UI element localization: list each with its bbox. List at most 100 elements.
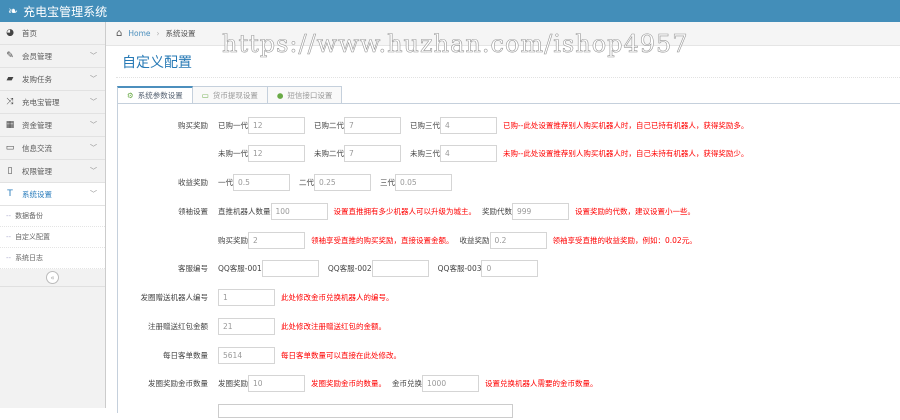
sidebar-item-label: 充电宝管理 bbox=[22, 97, 60, 107]
text-icon: T bbox=[7, 189, 13, 199]
user-icon: ● bbox=[276, 90, 284, 100]
income-gen1-input[interactable]: 0.5 bbox=[233, 173, 290, 191]
row-service: 客服编号 QQ客服-001 QQ客服-002 QQ客服-003 0 bbox=[118, 259, 539, 277]
field-label: 领袖设置 bbox=[178, 206, 208, 216]
sidebar-subitem-custom-config[interactable]: -- 自定义配置 bbox=[0, 227, 105, 248]
dash-icon: -- bbox=[6, 233, 12, 241]
field-label: 每日客单数量 bbox=[163, 350, 208, 360]
qq-service-3-input[interactable]: 0 bbox=[481, 259, 539, 277]
row-unbought-reward: 未购一代 12 未购二代 7 未购三代 4 未购--此处设置推荐别人购买机器人时，自己… bbox=[118, 144, 754, 162]
hint-text: 每日客单数量可以直接在此处修改。 bbox=[281, 350, 401, 360]
chevron-down-icon: ﹀ bbox=[90, 144, 97, 152]
chevron-down-icon: ﹀ bbox=[90, 98, 97, 106]
input-prefix: QQ客服-001 bbox=[218, 263, 262, 273]
subitem-label: 系统日志 bbox=[15, 254, 44, 262]
book-icon: ▰ bbox=[6, 74, 14, 84]
sidebar-collapse: « bbox=[0, 269, 105, 287]
unbought-gen2-input[interactable]: 7 bbox=[344, 144, 401, 162]
gears-icon: ⚙ bbox=[127, 91, 134, 100]
income-gen2-input[interactable]: 0.25 bbox=[314, 173, 371, 191]
dash-icon: -- bbox=[6, 254, 12, 262]
leader-robots-input[interactable]: 100 bbox=[270, 202, 328, 220]
chevron-down-icon: ﹀ bbox=[90, 52, 97, 60]
file-icon: ▯ bbox=[7, 166, 13, 176]
form-panel: 购买奖励 已购一代 12 已购二代 7 已购三代 4 已购--此处设置推荐别人购买机器… bbox=[117, 103, 900, 418]
chevron-right-icon: › bbox=[156, 29, 160, 38]
bought-gen3-input[interactable]: 4 bbox=[440, 116, 497, 134]
income-gen3-input[interactable]: 0.05 bbox=[395, 173, 452, 191]
unbought-gen3-input[interactable]: 4 bbox=[440, 144, 497, 162]
leaf-logo-icon: ❧ bbox=[8, 4, 19, 18]
input-prefix: 发圈奖励 bbox=[218, 378, 248, 388]
tab-withdraw[interactable]: ▭ 货币提现设置 bbox=[192, 86, 268, 104]
coin-exchange-input[interactable]: 1000 bbox=[422, 374, 479, 392]
app-title: 充电宝管理系统 bbox=[23, 4, 108, 19]
tab-label: 短信接口设置 bbox=[287, 90, 333, 100]
breadcrumb-home[interactable]: Home bbox=[128, 29, 150, 38]
hint-text: 发圈奖励金币的数量。 bbox=[311, 378, 386, 388]
field-label: 发圈赠送机器人编号 bbox=[140, 292, 209, 302]
sidebar-item-tasks[interactable]: ▰ 发购任务 ﹀ bbox=[0, 68, 105, 91]
unbought-gen1-input[interactable]: 12 bbox=[248, 144, 305, 162]
leader-generations-input[interactable]: 999 bbox=[512, 202, 569, 220]
sidebar-item-settings[interactable]: T 系统设置 ﹀ bbox=[0, 183, 105, 206]
input-prefix: 一代 bbox=[218, 177, 233, 187]
qq-service-1-input[interactable] bbox=[261, 259, 319, 277]
input-prefix: 购买奖励 bbox=[218, 235, 248, 245]
row-truncated bbox=[118, 402, 513, 420]
bought-gen2-input[interactable]: 7 bbox=[344, 116, 401, 134]
chevron-down-icon: ﹀ bbox=[90, 167, 97, 175]
input-prefix: 未购二代 bbox=[314, 148, 344, 158]
watermark: https://www.huzhan.com/ishop4957 bbox=[222, 30, 689, 59]
sidebar-item-messages[interactable]: ▭ 信息交流 ﹀ bbox=[0, 137, 105, 160]
hint-text: 领袖享受直推的购买奖励，直接设置金额。 bbox=[311, 235, 454, 245]
row-register-bonus: 注册赠送红包金额 21 此处修改注册赠送红包的金额。 bbox=[118, 317, 392, 335]
input-prefix: 二代 bbox=[299, 177, 314, 187]
subitem-label: 自定义配置 bbox=[15, 233, 51, 241]
coin-reward-input[interactable]: 10 bbox=[248, 374, 305, 392]
tab-system-params[interactable]: ⚙ 系统参数设置 bbox=[117, 86, 193, 104]
input-prefix: 已购二代 bbox=[314, 120, 344, 130]
hint-text: 领袖享受直推的收益奖励，例如：0.02元。 bbox=[552, 235, 697, 245]
dashboard-icon: ◕ bbox=[6, 28, 14, 38]
leader-income-reward-input[interactable]: 0.2 bbox=[489, 231, 547, 249]
daily-orders-input[interactable]: 5614 bbox=[218, 346, 275, 364]
bought-gen1-input[interactable]: 12 bbox=[248, 116, 305, 134]
sidebar-item-powerbank[interactable]: ⤨ 充电宝管理 ﹀ bbox=[0, 91, 105, 114]
field-label: 收益奖励 bbox=[178, 177, 208, 187]
hint-text: 设置直推拥有多少机器人可以升级为城主。 bbox=[333, 206, 477, 216]
sidebar-item-members[interactable]: ✎ 会员管理 ﹀ bbox=[0, 45, 105, 68]
register-bonus-input[interactable]: 21 bbox=[218, 317, 275, 335]
sidebar-item-label: 发购任务 bbox=[22, 74, 52, 84]
tab-sms[interactable]: ● 短信接口设置 bbox=[267, 86, 343, 104]
hint-text: 设置奖励的代数，建议设置小一些。 bbox=[575, 206, 695, 216]
tab-label: 系统参数设置 bbox=[137, 91, 183, 100]
chevron-down-icon: ﹀ bbox=[90, 190, 97, 198]
tab-label: 货币提现设置 bbox=[212, 90, 258, 100]
input-prefix: 直推机器人数量 bbox=[218, 206, 271, 216]
sidebar-item-permissions[interactable]: ▯ 权限管理 ﹀ bbox=[0, 160, 105, 183]
edit-icon: ✎ bbox=[6, 51, 14, 61]
sidebar-item-label: 系统设置 bbox=[22, 189, 52, 199]
textarea-input[interactable] bbox=[218, 404, 513, 418]
sidebar: ◕ 首页 ✎ 会员管理 ﹀ ▰ 发购任务 ﹀ ⤨ 充电宝管理 ﹀ ▦ 资金管理 ﹀ ▭ 信息交流 ﹀ … bbox=[0, 22, 106, 408]
sidebar-item-home[interactable]: ◕ 首页 bbox=[0, 22, 105, 45]
credit-card-icon: ▭ bbox=[201, 90, 209, 100]
subitem-label: 数据备份 bbox=[15, 212, 44, 220]
row-buy-reward: 购买奖励 已购一代 12 已购二代 7 已购三代 4 已购--此处设置推荐别人购买机器… bbox=[118, 116, 754, 134]
gift-robot-input[interactable]: 1 bbox=[218, 288, 275, 306]
sidebar-subitem-logs[interactable]: -- 系统日志 bbox=[0, 248, 105, 269]
leader-buy-reward-input[interactable]: 2 bbox=[248, 231, 305, 249]
double-chevron-left-icon[interactable]: « bbox=[46, 271, 59, 284]
hint-text: 此处修改注册赠送红包的金额。 bbox=[281, 321, 386, 331]
tab-bar: ⚙ 系统参数设置 ▭ 货币提现设置 ● 短信接口设置 bbox=[117, 86, 343, 104]
qq-service-2-input[interactable] bbox=[371, 259, 429, 277]
hint-text: 未购--此处设置推荐别人购买机器人时，自己未持有机器人，获得奖励少。 bbox=[503, 148, 749, 158]
input-prefix: 未购一代 bbox=[218, 148, 248, 158]
sidebar-subitem-backup[interactable]: -- 数据备份 bbox=[0, 206, 105, 227]
chevron-down-icon: ﹀ bbox=[90, 121, 97, 129]
row-leader-rewards: 购买奖励 2 领袖享受直推的购买奖励，直接设置金额。 收益奖励 0.2 领袖享受直推… bbox=[118, 231, 703, 249]
hint-text: 设置兑换机器人需要的金币数量。 bbox=[485, 378, 598, 388]
sidebar-item-funds[interactable]: ▦ 资金管理 ﹀ bbox=[0, 114, 105, 137]
input-prefix: 未购三代 bbox=[410, 148, 440, 158]
